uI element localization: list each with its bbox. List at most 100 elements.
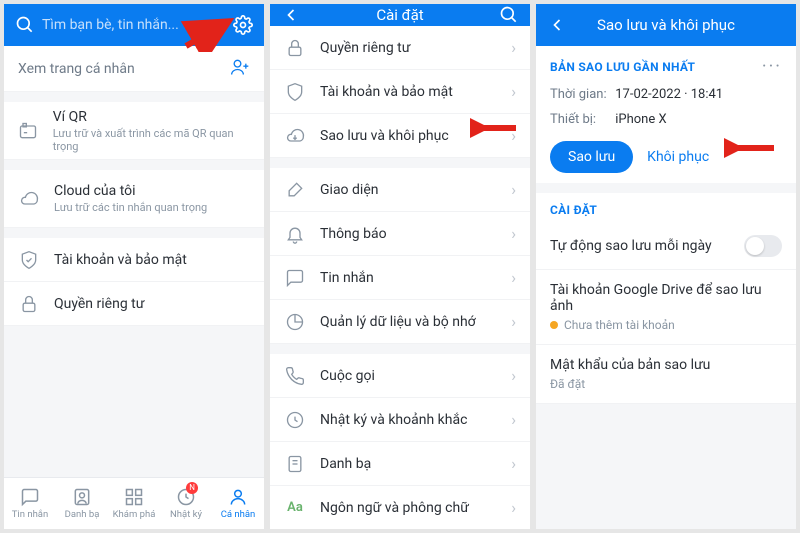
settings-messages[interactable]: Tin nhắn ›: [270, 256, 530, 300]
settings-contacts[interactable]: Danh bạ ›: [270, 442, 530, 486]
settings-language[interactable]: Aa Ngôn ngữ và phông chữ ›: [270, 486, 530, 529]
device-label: Thiết bị:: [550, 112, 612, 127]
brush-icon: [284, 179, 306, 201]
row-sublabel: Đã đặt: [550, 377, 782, 391]
row-label: Quản lý dữ liệu và bộ nhớ: [320, 314, 476, 330]
row-label: Danh bạ: [320, 456, 371, 472]
row-label: Tự động sao lưu mỗi ngày: [550, 238, 712, 254]
panel-more: Tìm bạn bè, tin nhắn... Xem trang cá nhâ…: [4, 4, 264, 529]
latest-backup-section: BẢN SAO LƯU GẦN NHẤT ··· Thời gian: 17-0…: [536, 46, 796, 223]
chevron-right-icon: ›: [511, 180, 516, 199]
section-title: BẢN SAO LƯU GẦN NHẤT: [550, 60, 695, 74]
tab-messages[interactable]: Tin nhắn: [4, 478, 56, 529]
tab-diary[interactable]: N Nhật ký: [160, 478, 212, 529]
settings-data[interactable]: Quản lý dữ liệu và bộ nhớ ›: [270, 300, 530, 344]
tab-discover[interactable]: Khám phá: [108, 478, 160, 529]
row-label: Thông báo: [320, 226, 387, 242]
settings-calls[interactable]: Cuộc gọi ›: [270, 354, 530, 398]
search-input[interactable]: Tìm bạn bè, tin nhắn...: [36, 17, 232, 33]
search-placeholder: Tìm bạn bè, tin nhắn...: [42, 17, 179, 33]
chevron-right-icon: ›: [511, 366, 516, 385]
bell-icon: [284, 223, 306, 245]
add-friend-icon[interactable]: [230, 57, 250, 81]
book-icon: [284, 453, 306, 475]
qr-wallet-row[interactable]: Ví QR Lưu trữ và xuất trình các mã QR qu…: [4, 102, 264, 160]
cloud-title: Cloud của tôi: [54, 183, 207, 199]
cloud-subtitle: Lưu trữ các tin nhắn quan trọng: [54, 201, 207, 214]
privacy-row[interactable]: Quyền riêng tư: [4, 282, 264, 326]
gear-icon[interactable]: [232, 14, 254, 36]
message-icon: [284, 267, 306, 289]
restore-button[interactable]: Khôi phục: [647, 149, 709, 165]
settings-privacy[interactable]: Quyền riêng tư ›: [270, 26, 530, 70]
profile-cta: Xem trang cá nhân: [18, 61, 135, 77]
search-icon[interactable]: [498, 4, 520, 26]
tab-label: Khám phá: [113, 509, 156, 520]
header-title: Sao lưu và khôi phục: [568, 16, 764, 34]
pie-icon: [284, 311, 306, 333]
header: Cài đặt: [270, 4, 530, 26]
account-label: Tài khoản và bảo mật: [54, 252, 187, 268]
list: Xem trang cá nhân: [4, 46, 264, 92]
chevron-right-icon: ›: [511, 498, 516, 517]
chevron-right-icon: ›: [511, 312, 516, 331]
cloud-sync-icon: [284, 125, 306, 147]
tab-label: Nhật ký: [170, 509, 202, 520]
chevron-right-icon: ›: [511, 224, 516, 243]
gdrive-row[interactable]: Tài khoản Google Drive để sao lưu ảnh Ch…: [536, 270, 796, 345]
qr-icon: [18, 120, 39, 142]
chevron-right-icon: ›: [511, 454, 516, 473]
search-icon[interactable]: [14, 14, 36, 36]
panel-backup: Sao lưu và khôi phục BẢN SAO LƯU GẦN NHẤ…: [536, 4, 796, 529]
tab-contacts[interactable]: Danh bạ: [56, 478, 108, 529]
header: Tìm bạn bè, tin nhắn...: [4, 4, 264, 46]
row-label: Tài khoản và bảo mật: [320, 84, 453, 100]
tab-me[interactable]: Cá nhân: [212, 478, 264, 529]
row-label: Tài khoản Google Drive để sao lưu ảnh: [550, 282, 782, 314]
more-icon[interactable]: ···: [762, 56, 782, 77]
auto-backup-row[interactable]: Tự động sao lưu mỗi ngày: [536, 223, 796, 270]
phone-icon: [284, 365, 306, 387]
chevron-right-icon: ›: [511, 268, 516, 287]
section-title: CÀI ĐẶT: [550, 203, 597, 217]
time-label: Thời gian:: [550, 87, 612, 102]
cloud-icon: [18, 188, 40, 210]
chevron-right-icon: ›: [511, 82, 516, 101]
row-label: Cuộc gọi: [320, 368, 375, 384]
clock-icon: [284, 409, 306, 431]
row-label: Mật khẩu của bản sao lưu: [550, 357, 782, 373]
chevron-right-icon: ›: [511, 126, 516, 145]
profile-row[interactable]: Xem trang cá nhân: [4, 46, 264, 92]
device-value: iPhone X: [615, 112, 666, 127]
toggle-off[interactable]: [744, 235, 782, 257]
chevron-right-icon: ›: [511, 410, 516, 429]
row-sublabel: Chưa thêm tài khoản: [550, 318, 782, 332]
panel-settings: Cài đặt Quyền riêng tư › Tài khoản và bả…: [270, 4, 530, 529]
row-label: Quyền riêng tư: [320, 40, 410, 56]
backup-button[interactable]: Sao lưu: [550, 141, 633, 173]
back-icon[interactable]: [546, 14, 568, 36]
tab-label: Cá nhân: [221, 509, 256, 520]
header-title: Cài đặt: [302, 6, 498, 24]
font-icon: Aa: [284, 497, 306, 519]
cloud-row[interactable]: Cloud của tôi Lưu trữ các tin nhắn quan …: [4, 170, 264, 228]
back-icon[interactable]: [280, 4, 302, 26]
chevron-right-icon: ›: [511, 38, 516, 57]
settings-notifications[interactable]: Thông báo ›: [270, 212, 530, 256]
settings-backup[interactable]: Sao lưu và khôi phục ›: [270, 114, 530, 158]
settings-diary[interactable]: Nhật ký và khoảnh khắc ›: [270, 398, 530, 442]
row-label: Sao lưu và khôi phục: [320, 128, 449, 144]
password-row[interactable]: Mật khẩu của bản sao lưu Đã đặt: [536, 345, 796, 404]
settings-account[interactable]: Tài khoản và bảo mật ›: [270, 70, 530, 114]
tab-label: Tin nhắn: [12, 509, 48, 520]
warning-dot-icon: [550, 321, 558, 329]
row-label: Giao diện: [320, 182, 378, 198]
shield-icon: [18, 249, 40, 271]
time-value: 17-02-2022 · 18:41: [615, 87, 723, 102]
lock-icon: [284, 37, 306, 59]
settings-interface[interactable]: Giao diện ›: [270, 168, 530, 212]
header: Sao lưu và khôi phục: [536, 4, 796, 46]
qr-title: Ví QR: [53, 109, 250, 125]
backup-device: Thiết bị: iPhone X: [550, 112, 782, 127]
account-row[interactable]: Tài khoản và bảo mật: [4, 238, 264, 282]
